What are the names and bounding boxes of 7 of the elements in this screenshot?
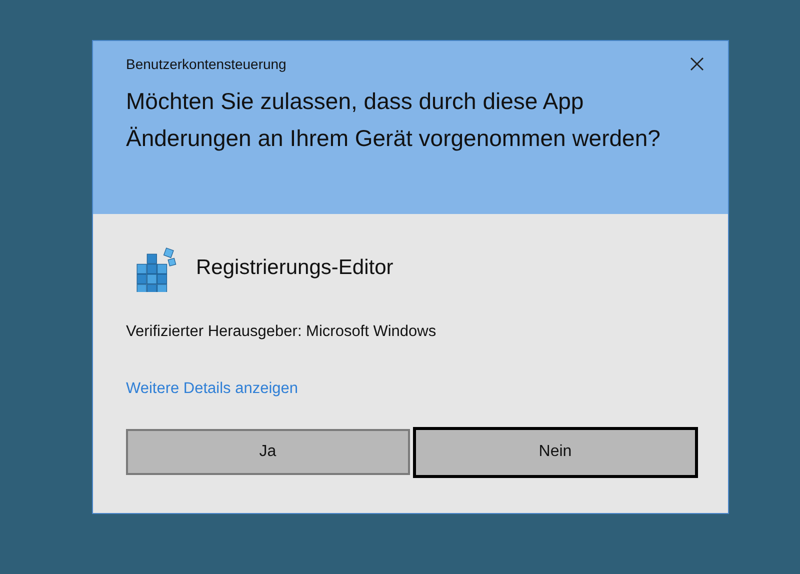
window-title: Benutzerkontensteuerung: [126, 54, 286, 74]
publisher-text: Verifizierter Herausgeber: Microsoft Windows: [126, 322, 438, 342]
dialog-button[interactable]: Nein: [412, 426, 698, 478]
close-icon: [690, 57, 704, 71]
app-name: Registrierungs-Editor: [196, 255, 394, 282]
dialog-button[interactable]: Ja: [126, 429, 410, 475]
question-text: Möchten Sie zulassen, dass durch diese App Änderungen an Ihrem Gerät vorgenommen werden?: [126, 87, 662, 153]
